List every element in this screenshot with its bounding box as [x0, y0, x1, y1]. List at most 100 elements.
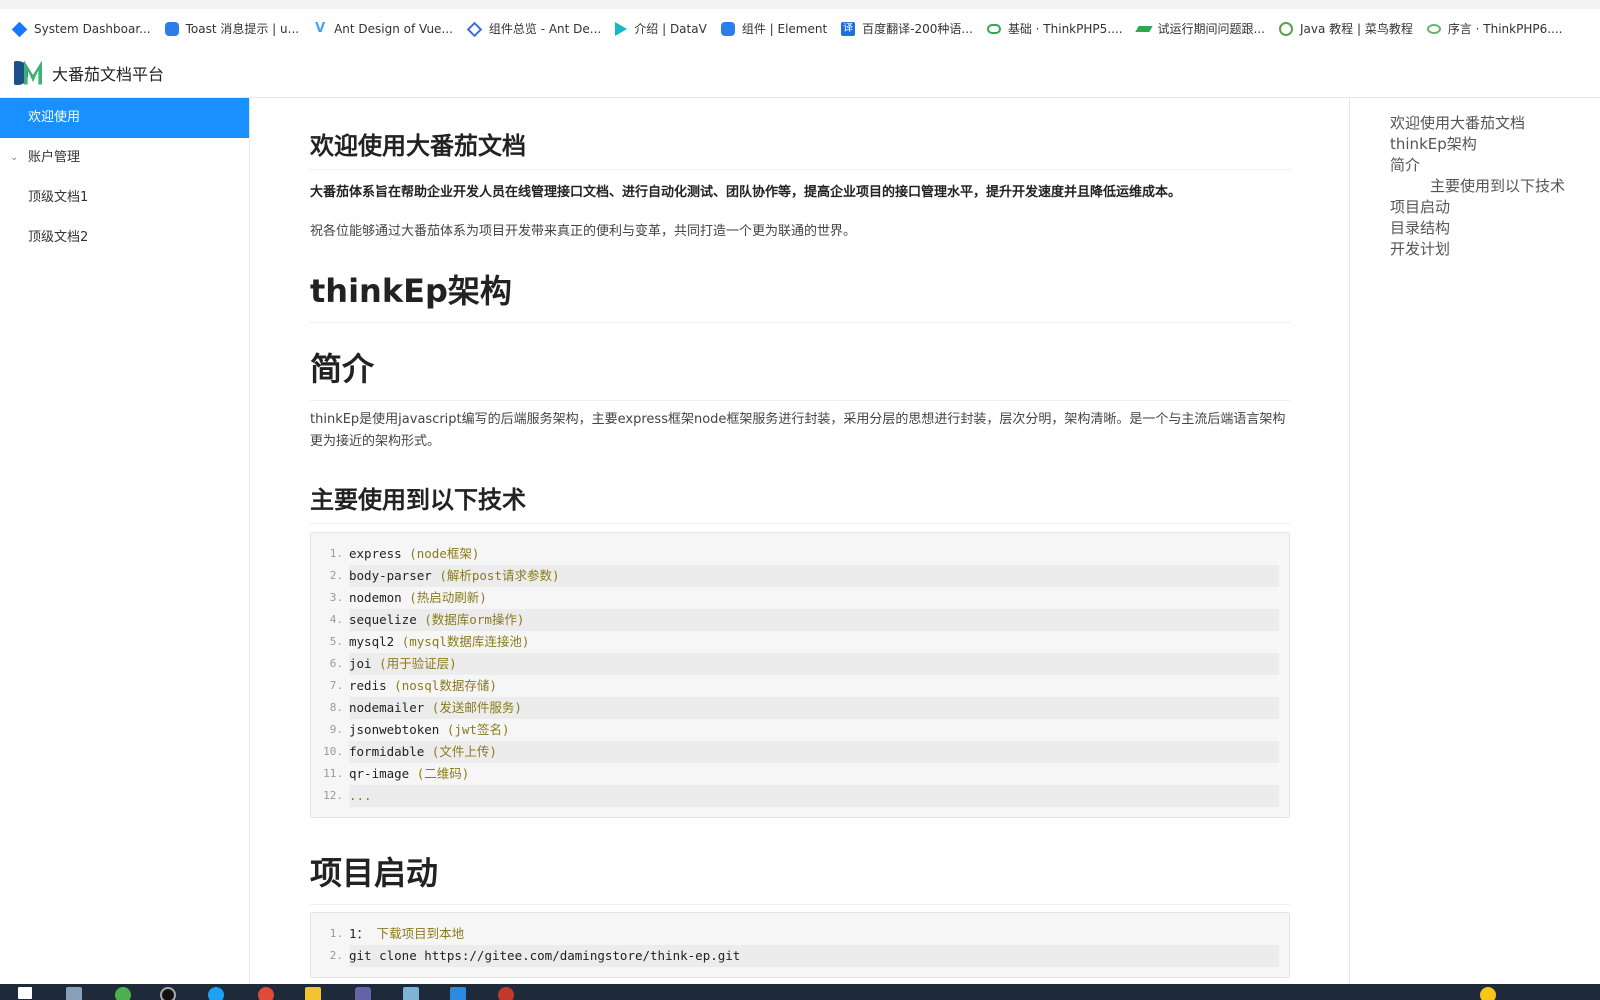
toc-link[interactable]: 欢迎使用大番茄文档	[1390, 113, 1600, 134]
code-comment: (二维码)	[416, 766, 470, 781]
sidebar-item-doc1[interactable]: 顶级文档1	[0, 178, 249, 218]
app-icon[interactable]	[160, 987, 176, 1000]
code-line: 5. mysql2 (mysql数据库连接池)	[311, 631, 1279, 653]
sidebar-item-label: 顶级文档1	[28, 190, 89, 205]
sidebar-item-label: 欢迎使用	[28, 110, 81, 125]
sidebar-item-welcome[interactable]: 欢迎使用	[0, 98, 249, 138]
code-text: body-parser (解析post请求参数)	[349, 565, 1279, 587]
teams-icon[interactable]	[355, 987, 371, 1000]
antd-icon	[466, 21, 483, 38]
runoob-icon	[1278, 21, 1293, 36]
bookmark-item[interactable]: V Ant Design of Vue...	[313, 21, 453, 37]
baidu-translate-icon: 译	[841, 21, 856, 36]
line-number: 7.	[329, 679, 343, 692]
code-token: git clone https://gitee.com/damingstore/…	[349, 948, 741, 963]
code-line: 1. express (node框架)	[311, 543, 1279, 565]
task-view-icon[interactable]	[66, 987, 82, 1000]
edge-icon[interactable]	[208, 987, 224, 1000]
bookmark-item[interactable]: 序言 · ThinkPHP6....	[1426, 20, 1563, 37]
code-comment: (文件上传)	[431, 744, 497, 759]
code-text: mysql2 (mysql数据库连接池)	[349, 631, 1279, 653]
line-number: 6.	[329, 657, 343, 670]
bookmark-item[interactable]: Java 教程 | 菜鸟教程	[1278, 20, 1413, 37]
code-text: formidable (文件上传)	[349, 741, 1279, 763]
code-text: nodemailer (发送邮件服务)	[349, 697, 1279, 719]
code-token: 1：	[349, 926, 370, 941]
code-token: mysql2	[349, 634, 395, 649]
code-comment: (用于验证层)	[379, 656, 457, 671]
vue-icon: V	[315, 20, 326, 36]
toc-link[interactable]: 简介	[1390, 155, 1600, 176]
code-line: 10. formidable (文件上传)	[311, 741, 1279, 763]
sidebar-item-doc2[interactable]: 顶级文档2	[0, 218, 249, 258]
code-line: 2. git clone https://gitee.com/damingstor…	[311, 945, 1279, 967]
code-token: formidable	[349, 744, 425, 759]
line-number: 9.	[329, 723, 343, 736]
code-block-start: 1. 1： 下载项目到本地 2. git clone https://gitee.co…	[310, 912, 1290, 978]
code-line: 1. 1： 下载项目到本地	[311, 923, 1279, 945]
code-comment: (发送邮件服务)	[431, 700, 522, 715]
code-text: ...	[349, 785, 1279, 807]
chrome-icon[interactable]	[258, 987, 274, 1000]
sidebar-item-label: 账户管理	[28, 150, 81, 165]
toc-link[interactable]: 开发计划	[1390, 239, 1600, 260]
code-text: sequelize (数据库orm操作)	[349, 609, 1279, 631]
bookmark-item[interactable]: System Dashboar...	[11, 21, 151, 38]
code-text: qr-image (二维码)	[349, 763, 1279, 785]
browser-address-bar[interactable]	[0, 0, 1600, 9]
table-of-contents: 欢迎使用大番茄文档 thinkEp架构 简介 主要使用到以下技术 项目启动 目录结构 开发计…	[1349, 98, 1600, 984]
code-text: nodemon (热启动刷新)	[349, 587, 1279, 609]
toc-link[interactable]: thinkEp架构	[1390, 134, 1600, 155]
element-icon	[720, 21, 735, 36]
toc-link[interactable]: 主要使用到以下技术	[1390, 176, 1600, 197]
code-comment: (mysql数据库连接池)	[401, 634, 530, 649]
bookmark-item[interactable]: 译百度翻译-200种语...	[841, 20, 973, 37]
code-comment: (node框架)	[409, 546, 480, 561]
line-number: 1.	[329, 547, 343, 560]
windows-start-icon[interactable]	[18, 987, 32, 999]
line-number: 11.	[323, 767, 343, 780]
code-token: jsonwebtoken	[349, 722, 440, 737]
bookmark-item[interactable]: 组件 | Element	[720, 20, 827, 37]
ie-icon[interactable]	[115, 987, 131, 1000]
code-line: 8. nodemailer (发送邮件服务)	[311, 697, 1279, 719]
code-line: 3. nodemon (热启动刷新)	[311, 587, 1279, 609]
code-line: 9. jsonwebtoken (jwt签名)	[311, 719, 1279, 741]
app-icon[interactable]	[498, 987, 514, 1000]
bookmark-item[interactable]: 介绍 | DataV	[615, 20, 707, 37]
code-comment: (数据库orm操作)	[424, 612, 525, 627]
app-icon[interactable]	[403, 987, 419, 1000]
heading-intro: 简介	[310, 344, 1290, 401]
code-text: jsonwebtoken (jwt签名)	[349, 719, 1279, 741]
folder-icon[interactable]	[305, 987, 321, 1000]
code-token: express	[349, 546, 402, 561]
code-token: nodemailer	[349, 700, 425, 715]
code-text: express (node框架)	[349, 543, 1279, 565]
notification-icon[interactable]	[1480, 987, 1496, 1000]
sidebar-item-account[interactable]: ⌄ 账户管理	[0, 138, 249, 178]
toc-link[interactable]: 目录结构	[1390, 218, 1600, 239]
bookmark-item[interactable]: 组件总览 - Ant De...	[466, 20, 601, 38]
app-title: 大番茄文档平台	[52, 64, 165, 84]
intro-text: thinkEp是使用javascript编写的后端服务架构，主要express框…	[310, 412, 1286, 449]
code-text: redis (nosql数据存储)	[349, 675, 1279, 697]
line-number: 3.	[329, 591, 343, 604]
heading-start: 项目启动	[310, 848, 1290, 905]
vscode-icon[interactable]	[450, 987, 466, 1000]
code-text: git clone https://gitee.com/damingstore/…	[349, 945, 1279, 967]
bookmark-item[interactable]: 基础 · ThinkPHP5....	[986, 20, 1123, 37]
code-token: sequelize	[349, 612, 417, 627]
toc-link[interactable]: 项目启动	[1390, 197, 1600, 218]
code-token: joi	[349, 656, 372, 671]
line-number: 1.	[329, 927, 343, 940]
heading-architecture: thinkEp架构	[310, 266, 1290, 323]
jira-icon	[11, 21, 28, 38]
bookmark-item[interactable]: 试运行期间问题跟...	[1134, 20, 1265, 37]
line-number: 12.	[323, 789, 343, 802]
code-line: 7. redis (nosql数据存储)	[311, 675, 1279, 697]
line-number: 10.	[323, 745, 343, 758]
logo-icon[interactable]	[14, 58, 44, 88]
code-token: body-parser	[349, 568, 432, 583]
document-content: 欢迎使用大番茄文档 大番茄体系旨在帮助企业开发人员在线管理接口文档、进行自动化测…	[251, 98, 1349, 984]
bookmark-item[interactable]: Toast 消息提示 | u...	[164, 20, 299, 37]
